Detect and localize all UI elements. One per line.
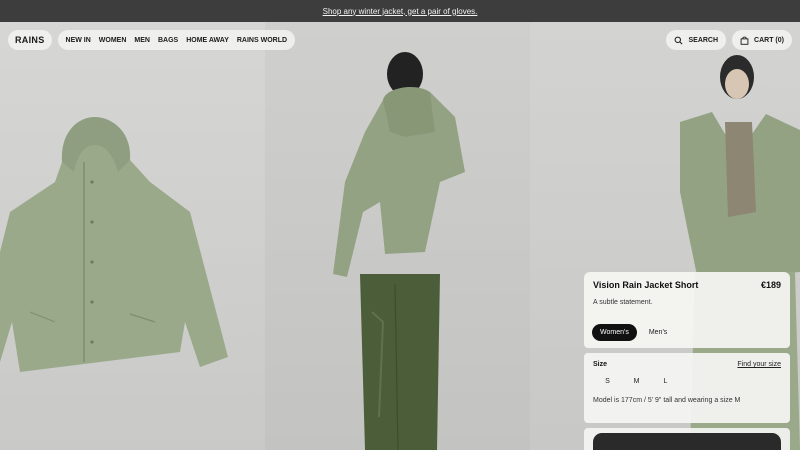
nav-item-rains-world[interactable]: RAINS WORLD — [233, 37, 291, 44]
category-menu: NEW IN WOMEN MEN BAGS HOME AWAY RAINS WO… — [57, 30, 296, 50]
jacket-flatlay-illustration — [0, 117, 228, 372]
nav-item-women[interactable]: WOMEN — [95, 37, 131, 44]
nav-item-home-away[interactable]: HOME AWAY — [182, 37, 233, 44]
mens-option[interactable]: Men's — [645, 324, 671, 341]
product-tagline: A subtle statement. — [593, 299, 653, 306]
product-info-card: Vision Rain Jacket Short €189 A subtle s… — [584, 272, 790, 450]
womens-option[interactable]: Women's — [592, 324, 637, 341]
rains-logo[interactable]: RAINS — [8, 30, 52, 50]
cart-button[interactable]: CART (0) — [732, 30, 792, 50]
bag-icon — [740, 36, 749, 45]
nav-item-bags[interactable]: BAGS — [154, 37, 182, 44]
product-price: €189 — [760, 280, 781, 290]
search-label: SEARCH — [688, 36, 719, 44]
size-option-l[interactable]: L — [651, 378, 680, 385]
utility-navigation: SEARCH CART (0) — [666, 30, 792, 50]
announcement-bar: Shop any winter jacket, get a pair of gl… — [0, 0, 800, 22]
nav-item-men[interactable]: MEN — [130, 37, 154, 44]
size-option-m[interactable]: M — [622, 378, 651, 385]
search-icon — [675, 36, 683, 44]
product-name: Vision Rain Jacket Short — [593, 280, 699, 290]
search-button[interactable]: SEARCH — [666, 30, 727, 50]
product-summary: Vision Rain Jacket Short €189 A subtle s… — [584, 272, 790, 348]
size-guide-link[interactable]: Find your size — [737, 361, 781, 368]
size-label: Size — [593, 361, 608, 368]
announcement-link[interactable]: Shop any winter jacket, get a pair of gl… — [323, 7, 478, 16]
add-to-cart-button[interactable] — [593, 433, 781, 450]
nav-item-new-in[interactable]: NEW IN — [62, 37, 95, 44]
size-option-s[interactable]: S — [593, 378, 622, 385]
cart-label: CART (0) — [754, 36, 784, 44]
gender-toggle: Women's Men's — [592, 324, 671, 341]
main-navigation: RAINS NEW IN WOMEN MEN BAGS HOME AWAY RA… — [8, 30, 296, 50]
gallery-image-back[interactable] — [265, 22, 530, 450]
gallery-image-flatlay[interactable] — [0, 22, 265, 450]
model-info: Model is 177cm / 5' 9" tall and wearing … — [593, 397, 741, 404]
add-to-cart-area — [584, 428, 790, 450]
model-back-illustration — [333, 52, 465, 450]
size-selector: Size Find your size S M L Model is 177cm… — [584, 353, 790, 423]
